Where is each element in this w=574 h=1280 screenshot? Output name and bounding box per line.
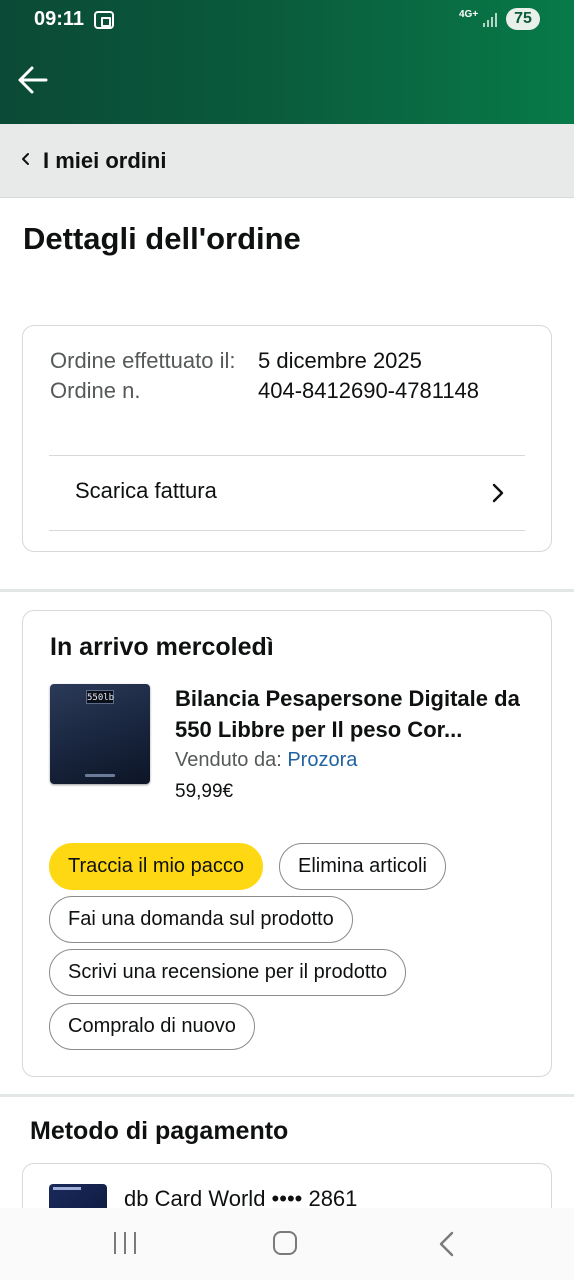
order-date: 5 dicembre 2025: [258, 348, 422, 373]
delete-items-button[interactable]: Elimina articoli: [279, 843, 446, 890]
download-invoice-label: Scarica fattura: [75, 478, 217, 503]
breadcrumb[interactable]: I miei ordini: [0, 124, 574, 198]
back-arrow-icon[interactable]: [14, 62, 54, 98]
section-divider: [0, 1094, 574, 1097]
delivery-status: In arrivo mercoledì: [50, 633, 274, 661]
divider: [49, 530, 525, 531]
product-image[interactable]: 550lb: [50, 684, 150, 784]
seller-link[interactable]: Prozora: [287, 749, 357, 771]
battery-indicator: 75: [506, 8, 540, 30]
app-header: 09:11 4G+ 75: [0, 0, 574, 124]
network-type: 4G+: [459, 9, 479, 20]
order-info-card: Ordine effettuato il: Ordine n. 5 dicemb…: [22, 325, 552, 552]
chevron-right-icon: [492, 483, 504, 503]
seller-info: Venduto da: Prozora: [175, 749, 357, 772]
system-nav-bar: [0, 1208, 574, 1280]
chevron-left-icon: [22, 153, 29, 165]
order-placed-label: Ordine effettuato il:: [50, 348, 236, 373]
page-title: Dettagli dell'ordine: [23, 221, 301, 256]
section-divider: [0, 589, 574, 592]
payment-method-title: Metodo di pagamento: [30, 1117, 289, 1145]
breadcrumb-label: I miei ordini: [43, 148, 167, 173]
product-title[interactable]: Bilancia Pesapersone Digitale da 550 Lib…: [175, 683, 531, 745]
home-icon[interactable]: [273, 1231, 297, 1255]
order-number: 404-8412690-4781148: [258, 378, 480, 403]
seller-label: Venduto da:: [175, 749, 282, 771]
status-bar: 09:11 4G+ 75: [0, 0, 574, 40]
back-icon[interactable]: [436, 1230, 456, 1258]
scale-display: 550lb: [86, 690, 114, 704]
screenshot-icon: [94, 11, 114, 29]
order-number-label: Ordine n.: [50, 378, 141, 403]
track-package-button[interactable]: Traccia il mio pacco: [49, 843, 263, 890]
order-labels: Ordine effettuato il: Ordine n.: [50, 346, 250, 406]
recent-apps-icon[interactable]: [112, 1232, 138, 1254]
product-price: 59,99€: [175, 781, 234, 802]
order-values: 5 dicembre 2025 404-8412690-4781148: [258, 346, 479, 406]
ask-question-button[interactable]: Fai una domanda sul prodotto: [49, 896, 353, 943]
scale-logo: [85, 774, 115, 777]
shipment-card: In arrivo mercoledì 550lb Bilancia Pesap…: [22, 610, 552, 1077]
buy-again-button[interactable]: Compralo di nuovo: [49, 1003, 255, 1050]
download-invoice-row[interactable]: Scarica fattura: [49, 456, 525, 530]
signal-icon: [483, 12, 499, 27]
status-time: 09:11: [34, 8, 85, 30]
write-review-button[interactable]: Scrivi una recensione per il prodotto: [49, 949, 407, 996]
